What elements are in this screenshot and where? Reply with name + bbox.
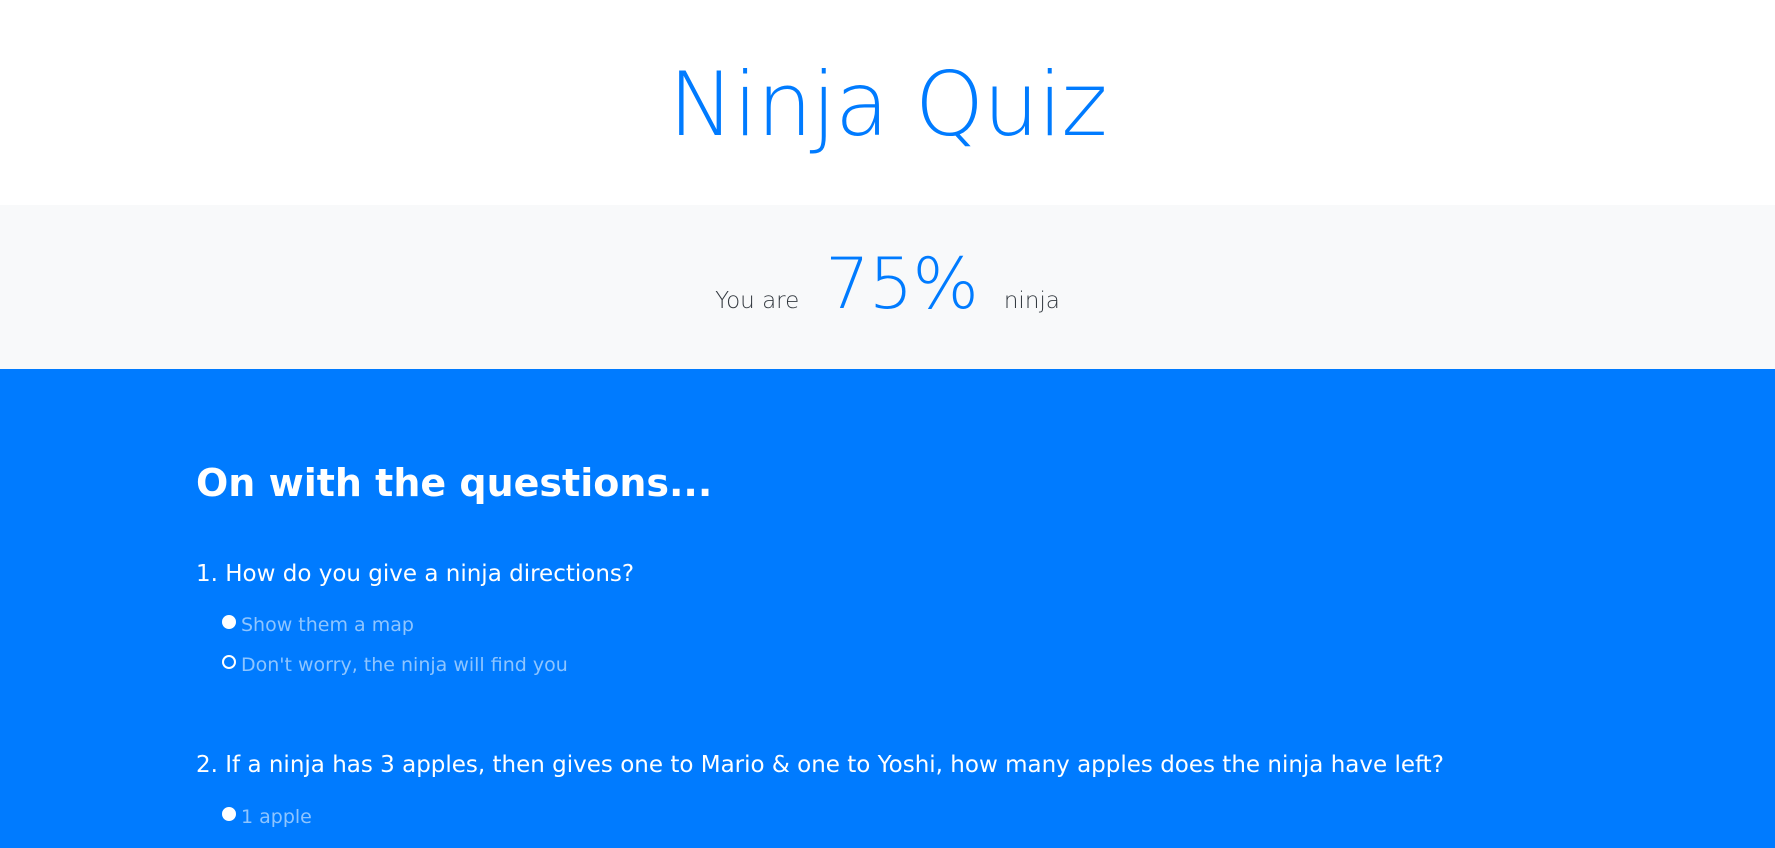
- answer-option[interactable]: 1 apple: [222, 802, 1775, 832]
- result-prefix: You are: [715, 288, 800, 314]
- radio-button-icon[interactable]: [222, 806, 236, 821]
- result-suffix: ninja: [1003, 288, 1060, 314]
- question-1: 1. How do you give a ninja directions? S…: [196, 561, 1775, 681]
- result-line: You are 75% ninja: [715, 249, 1060, 319]
- page-header: Ninja Quiz: [0, 0, 1775, 205]
- answer-list: 1 apple: [196, 802, 1775, 832]
- question-text: 1. How do you give a ninja directions?: [196, 560, 635, 587]
- answer-label[interactable]: Show them a map: [241, 614, 414, 636]
- question-2: 2. If a ninja has 3 apples, then gives o…: [196, 752, 1775, 832]
- answer-label[interactable]: 1 apple: [241, 806, 312, 828]
- answer-option[interactable]: Show them a map: [222, 610, 1775, 640]
- answer-label[interactable]: Don't worry, the ninja will find you: [241, 654, 568, 676]
- answer-list: Show them a map Don't worry, the ninja w…: [196, 610, 1775, 680]
- answer-option[interactable]: Don't worry, the ninja will find you: [222, 650, 1775, 680]
- result-banner: You are 75% ninja: [0, 205, 1775, 369]
- question-text: 2. If a ninja has 3 apples, then gives o…: [196, 752, 1444, 779]
- page-title: Ninja Quiz: [668, 52, 1107, 156]
- radio-button-icon[interactable]: [222, 615, 236, 630]
- radio-button-icon[interactable]: [222, 655, 236, 670]
- quiz-section: On with the questions... 1. How do you g…: [0, 369, 1775, 848]
- result-score: 75%: [825, 243, 979, 325]
- section-heading: On with the questions...: [196, 461, 713, 505]
